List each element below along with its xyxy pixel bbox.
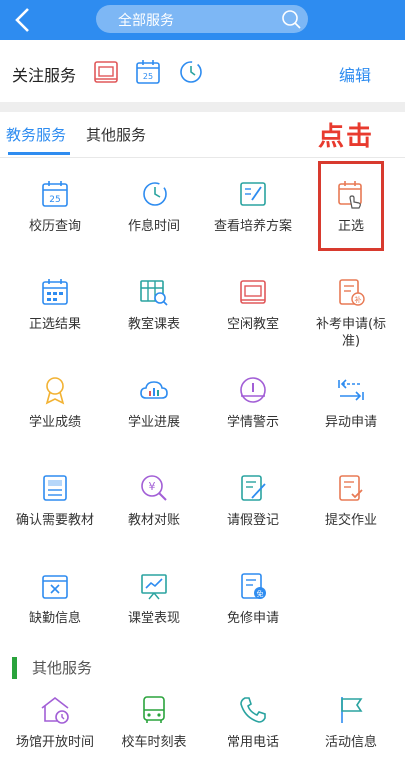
svg-text:补: 补 (355, 295, 362, 304)
service-label: 课堂表现 (127, 611, 180, 626)
svg-text:25: 25 (143, 72, 153, 81)
service-label: 活动信息 (324, 735, 377, 750)
activity-flag-icon (341, 697, 363, 723)
highlight-frame (318, 161, 384, 251)
service-label: 学业成绩 (28, 415, 81, 430)
service-label: 空闲教室 (226, 317, 279, 332)
service-label: 请假登记 (226, 513, 279, 528)
tab-academic-services[interactable]: 教务服务 (6, 124, 66, 145)
service-training-plan[interactable]: 查看培养方案 (203, 178, 303, 274)
progress-cloud-icon (140, 381, 168, 399)
tab-other-services[interactable]: 其他服务 (86, 124, 146, 145)
service-schedule[interactable]: 作息时间 (104, 178, 204, 274)
service-label: 补考申请(标准) (315, 317, 387, 349)
service-label: 查看培养方案 (213, 219, 292, 234)
section-divider (0, 102, 405, 112)
service-free-classroom[interactable]: 空闲教室 (203, 276, 303, 372)
search-bar[interactable]: 全部服务 (96, 5, 308, 33)
tap-hint-annotation: 点击 (318, 122, 375, 152)
service-submit-homework[interactable]: 提交作业 (301, 472, 401, 568)
service-label: 场馆开放时间 (15, 735, 94, 750)
service-calendar-query[interactable]: 25 校历查询 (5, 178, 105, 274)
svg-text:免: 免 (257, 589, 264, 598)
service-classroom-schedule[interactable]: 教室课表 (104, 276, 204, 372)
service-leave-request[interactable]: 请假登记 (203, 472, 303, 568)
top-bar: 全部服务 (0, 0, 405, 40)
absence-icon (42, 575, 68, 599)
clock-icon (143, 182, 167, 206)
favorite-services: 关注服务 25 编辑 (0, 40, 405, 102)
service-grades[interactable]: 学业成绩 (5, 374, 105, 470)
service-label: 正选结果 (28, 317, 81, 332)
service-label: 免修申请 (226, 611, 279, 626)
service-label: 学情警示 (226, 415, 279, 430)
svg-text:25: 25 (49, 195, 60, 205)
plan-edit-icon (240, 182, 266, 206)
warning-icon (240, 377, 266, 403)
service-label: 缺勤信息 (28, 611, 81, 626)
service-school-bus[interactable]: 校车时刻表 (104, 694, 204, 772)
service-label: 作息时间 (127, 219, 180, 234)
service-exemption[interactable]: 免 免修申请 (203, 570, 303, 666)
service-label: 确认需要教材 (15, 513, 94, 528)
award-icon (45, 377, 65, 405)
makeup-exam-icon: 补 (339, 279, 365, 306)
service-class-performance[interactable]: 课堂表现 (104, 570, 204, 666)
service-label: 教材对账 (127, 513, 180, 528)
calendar-25-icon: 25 (42, 181, 68, 207)
exemption-icon: 免 (241, 573, 266, 599)
service-venue-hours[interactable]: 场馆开放时间 (5, 694, 105, 772)
service-label: 学业进展 (127, 415, 180, 430)
venue-time-icon (41, 696, 69, 724)
tab-active-indicator (8, 152, 70, 155)
service-common-phones[interactable]: 常用电话 (203, 694, 303, 772)
back-arrow-icon[interactable] (12, 6, 34, 34)
section-title: 其他服务 (32, 659, 93, 677)
service-label: 常用电话 (226, 735, 279, 750)
service-makeup-exam[interactable]: 补 补考申请(标准) (301, 276, 401, 372)
service-activity-info[interactable]: 活动信息 (301, 694, 401, 772)
service-absence-info[interactable]: 缺勤信息 (5, 570, 105, 666)
search-icon[interactable] (280, 8, 302, 30)
service-academic-warning[interactable]: 学情警示 (203, 374, 303, 470)
search-text: 全部服务 (118, 13, 174, 29)
service-label: 校历查询 (28, 219, 81, 234)
school-bus-icon (143, 696, 165, 723)
service-academic-progress[interactable]: 学业进展 (104, 374, 204, 470)
transfer-arrows-icon (338, 379, 364, 401)
edit-button[interactable]: 编辑 (339, 62, 371, 86)
service-label: 教室课表 (127, 317, 180, 332)
service-label: 提交作业 (324, 513, 377, 528)
class-performance-icon (141, 574, 167, 600)
clock-icon[interactable] (176, 58, 204, 86)
service-textbook-reconcile[interactable]: ¥ 教材对账 (104, 472, 204, 568)
homework-check-icon (339, 475, 363, 501)
favorites-title: 关注服务 (12, 66, 77, 85)
calendar-25-icon[interactable]: 25 (134, 58, 162, 86)
service-label: 校车时刻表 (121, 735, 187, 750)
section-marker (12, 657, 17, 679)
service-label: 异动申请 (324, 415, 377, 430)
result-calendar-icon (42, 279, 68, 305)
phone-icon (240, 697, 266, 723)
service-confirm-textbook[interactable]: 确认需要教材 (5, 472, 105, 568)
classroom-schedule-icon (140, 280, 168, 306)
leave-edit-icon (241, 475, 266, 501)
yen-search-icon: ¥ (141, 475, 167, 501)
svg-text:¥: ¥ (149, 480, 156, 493)
service-status-change[interactable]: 异动申请 (301, 374, 401, 470)
service-selection-result[interactable]: 正选结果 (5, 276, 105, 372)
free-classroom-icon[interactable] (92, 58, 120, 86)
textbook-icon (43, 475, 67, 501)
free-classroom-icon (240, 280, 266, 304)
